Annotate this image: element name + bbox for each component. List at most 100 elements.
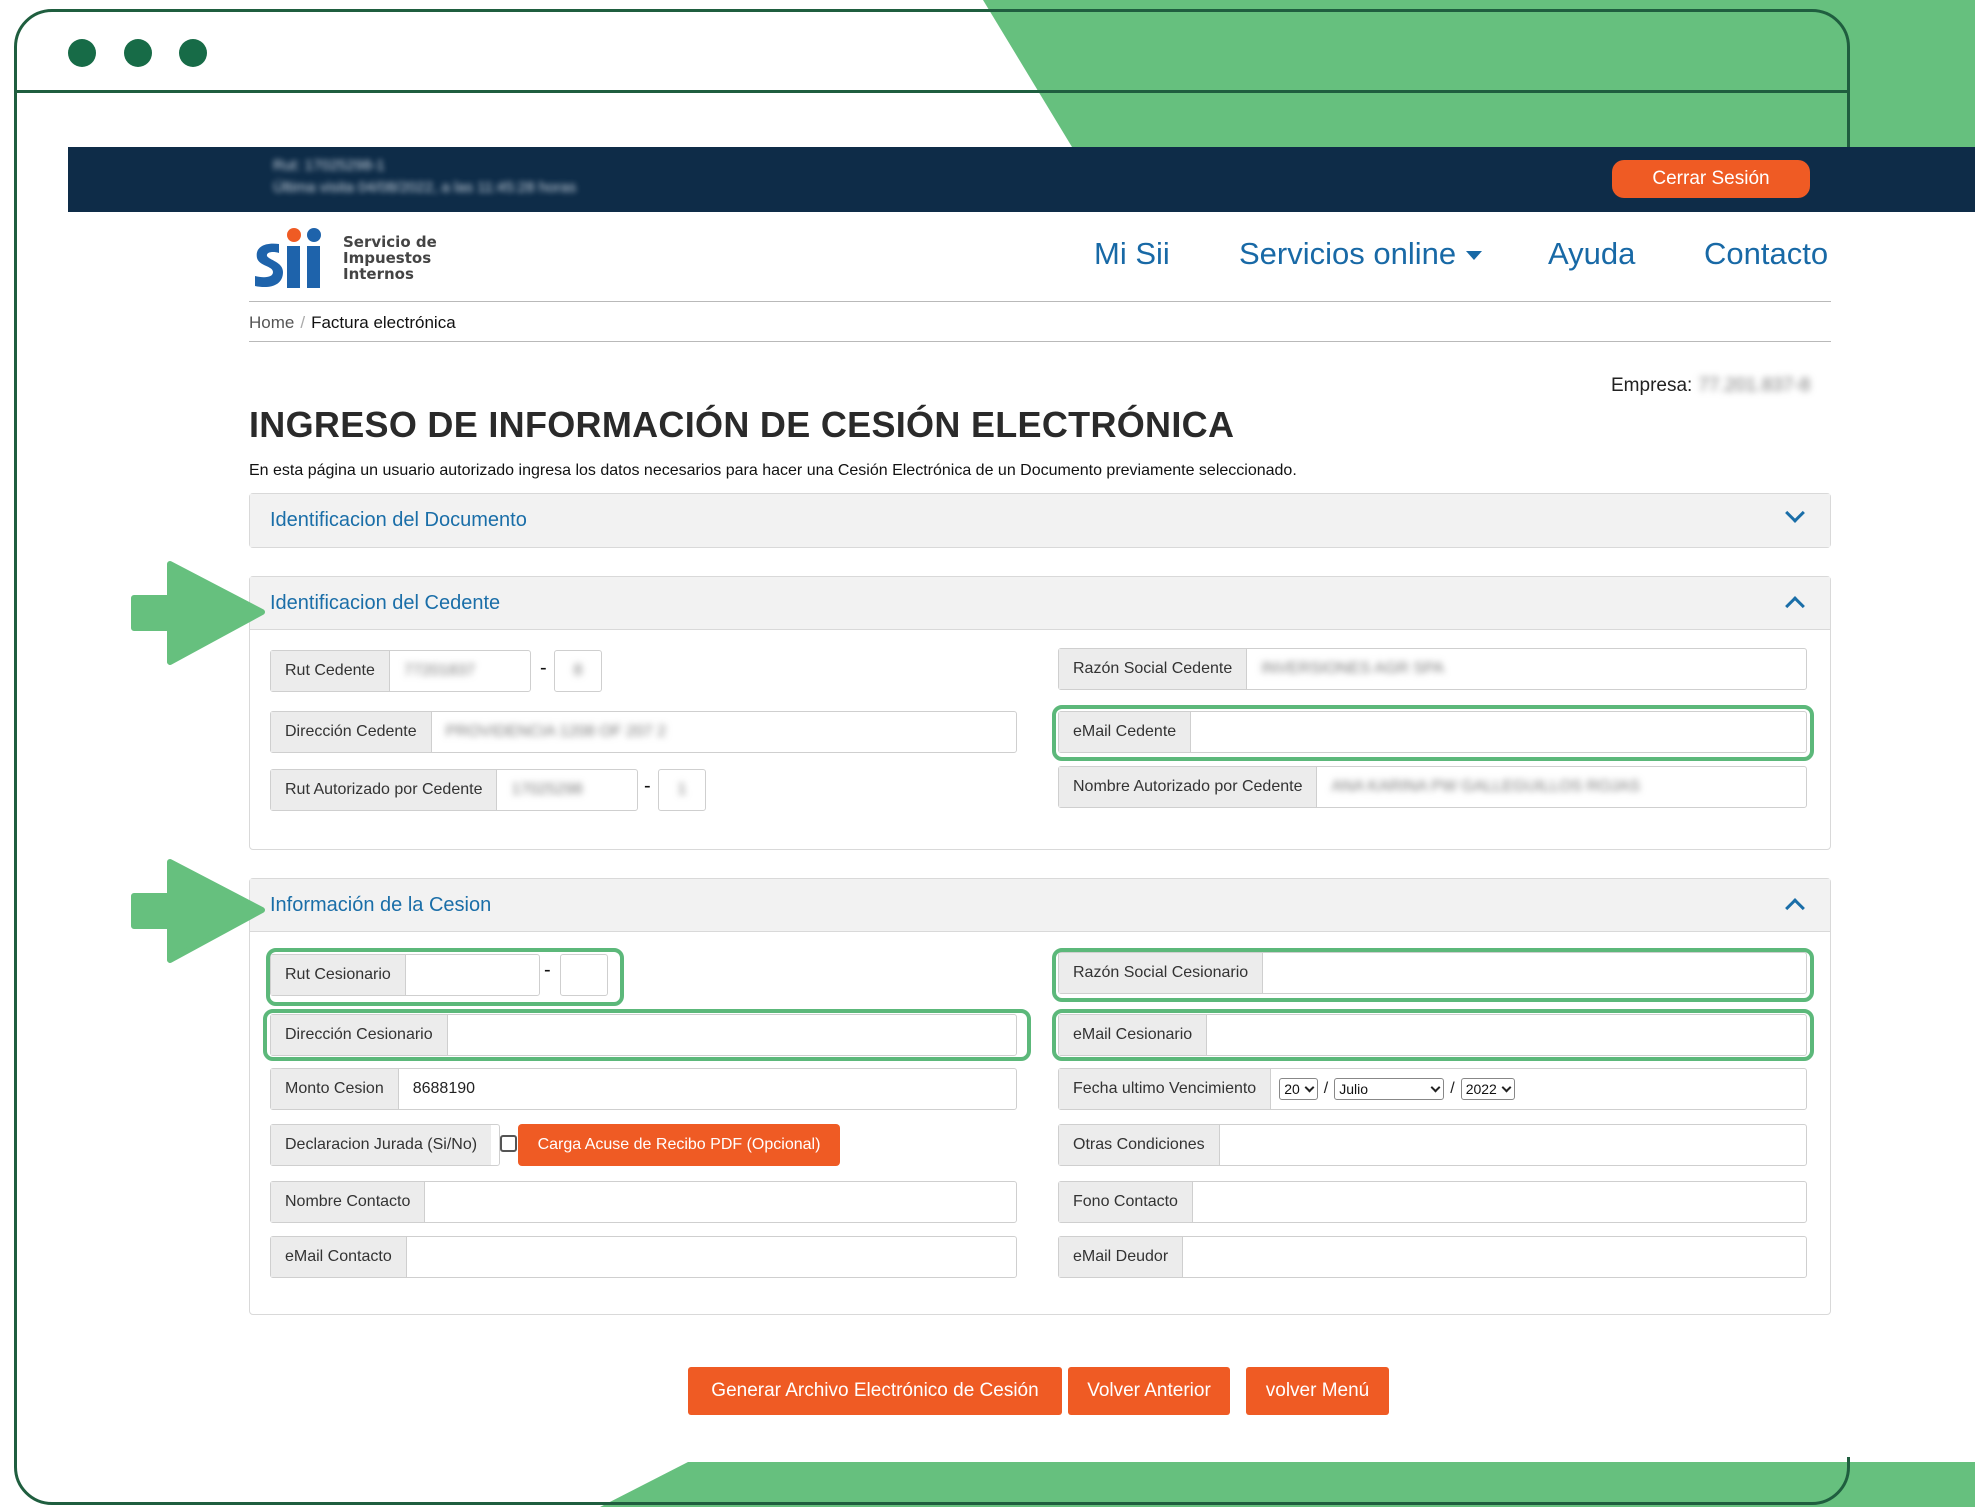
divider xyxy=(249,341,1831,342)
sii-page: Rut: 17025298-1 Última visita 04/08/2022… xyxy=(68,147,1975,1457)
fono-contacto-field: Fono Contacto xyxy=(1058,1181,1807,1223)
declaracion-jurada-field: Declaracion Jurada (Si/No) xyxy=(270,1124,500,1166)
email-deudor-field: eMail Deudor xyxy=(1058,1236,1807,1278)
year-select[interactable]: 2022 xyxy=(1460,1078,1515,1100)
select-value: 2022 xyxy=(1465,1081,1497,1097)
fono-contacto-input[interactable] xyxy=(1193,1182,1806,1222)
field-value: ANA KARINA PW GALLEGUILLOS ROJAS xyxy=(1331,778,1641,795)
empresa-label: Empresa: xyxy=(1611,375,1693,396)
chevron-down-icon xyxy=(1501,1082,1512,1092)
panel-title: Identificacion del Cedente xyxy=(270,592,501,614)
dash-separator: - xyxy=(540,657,547,679)
direccion-cesionario-field: Dirección Cesionario xyxy=(270,1014,1017,1056)
monto-cesion-input[interactable]: 8688190 xyxy=(399,1069,1016,1109)
divider xyxy=(249,301,1831,302)
sii-logo[interactable]: Servicio de Impuestos Internos xyxy=(249,226,437,290)
logout-button[interactable]: Cerrar Sesión xyxy=(1612,160,1810,198)
direccion-cesionario-input[interactable] xyxy=(448,1015,1016,1055)
nombre-contacto-input[interactable] xyxy=(425,1182,1016,1222)
field-label: Fecha ultimo Vencimiento xyxy=(1059,1069,1272,1109)
email-contacto-input[interactable] xyxy=(407,1237,1016,1277)
rut-cesionario-dv-input[interactable] xyxy=(560,954,608,996)
day-select[interactable]: 20 xyxy=(1279,1078,1318,1100)
logo-line: Servicio de xyxy=(343,233,437,251)
volver-menu-button[interactable]: volver Menú xyxy=(1246,1367,1389,1415)
panel-title: Información de la Cesion xyxy=(270,894,492,916)
field-label: Rut Autorizado por Cedente xyxy=(271,770,498,810)
fecha-vencimiento-selects: 20 / Julio / 2022 xyxy=(1271,1069,1806,1109)
arrow-right-icon xyxy=(131,561,265,665)
field-label: Dirección Cedente xyxy=(271,712,432,752)
rut-cedente-dv-input[interactable]: 8 xyxy=(554,650,602,692)
field-label: Nombre Contacto xyxy=(271,1182,426,1222)
sii-logo-mark-icon xyxy=(255,228,321,288)
otras-condiciones-field: Otras Condiciones xyxy=(1058,1124,1807,1166)
breadcrumb-separator: / xyxy=(300,313,306,332)
breadcrumb-home[interactable]: Home xyxy=(249,313,294,332)
email-cesionario-input[interactable] xyxy=(1207,1015,1806,1055)
chevron-up-icon[interactable] xyxy=(1785,596,1805,616)
upload-acuse-button[interactable]: Carga Acuse de Recibo PDF (Opcional) xyxy=(518,1124,840,1166)
logo-line: Impuestos xyxy=(343,249,432,267)
rut-cesionario-input[interactable] xyxy=(406,955,539,995)
declaracion-jurada-checkbox[interactable] xyxy=(500,1135,517,1152)
email-deudor-input[interactable] xyxy=(1183,1237,1806,1277)
chevron-down-icon xyxy=(1430,1082,1441,1092)
window-titlebar-divider xyxy=(14,90,1850,93)
rut-autorizado-dv-input[interactable]: 1 xyxy=(658,769,706,811)
field-label: Nombre Autorizado por Cedente xyxy=(1059,767,1318,807)
date-separator: / xyxy=(1323,1080,1329,1097)
logo-line: Internos xyxy=(343,265,414,283)
screenshot-stage: Rut: 17025298-1 Última visita 04/08/2022… xyxy=(0,0,1975,1507)
window-dot-icon xyxy=(68,39,96,67)
nav-mi-sii[interactable]: Mi Sii xyxy=(1094,236,1170,272)
nav-servicios-label: Servicios online xyxy=(1239,236,1457,271)
rut-cedente-field: Rut Cedente 77201837 xyxy=(270,650,531,692)
breadcrumb-current: Factura electrónica xyxy=(311,313,456,332)
field-value: INVERSIONES AGR SPA xyxy=(1261,660,1445,677)
otras-condiciones-input[interactable] xyxy=(1220,1125,1806,1165)
direccion-cedente-field: Dirección Cedente PROVIDENCIA 1208 OF 20… xyxy=(270,711,1017,753)
window-dot-icon xyxy=(124,39,152,67)
nombre-autorizado-input[interactable]: ANA KARINA PW GALLEGUILLOS ROJAS xyxy=(1317,767,1806,807)
nav-servicios-online[interactable]: Servicios online xyxy=(1239,236,1483,272)
dash-separator: - xyxy=(544,959,551,981)
field-label: Razón Social Cesionario xyxy=(1059,953,1264,993)
field-value: PROVIDENCIA 1208 OF 207 2 xyxy=(445,723,667,740)
top-session-bar: Rut: 17025298-1 Última visita 04/08/2022… xyxy=(68,147,1975,212)
chevron-down-icon[interactable] xyxy=(1785,503,1805,523)
chevron-up-icon[interactable] xyxy=(1785,898,1805,918)
window-dot-icon xyxy=(179,39,207,67)
panel-title: Identificacion del Documento xyxy=(270,509,527,531)
razon-social-cesionario-field: Razón Social Cesionario xyxy=(1058,952,1807,994)
email-cedente-field: eMail Cedente xyxy=(1058,711,1807,753)
empresa-value: 77.201.837-8 xyxy=(1698,375,1811,396)
field-label: Otras Condiciones xyxy=(1059,1125,1220,1165)
user-session-info: Rut: 17025298-1 Última visita 04/08/2022… xyxy=(273,155,576,199)
field-label: Dirección Cesionario xyxy=(271,1015,448,1055)
generar-archivo-button[interactable]: Generar Archivo Electrónico de Cesión xyxy=(688,1367,1062,1415)
last-visit: Última visita 04/08/2022, a las 11:45:28… xyxy=(273,179,577,196)
rut-cedente-input[interactable]: 77201837 xyxy=(390,651,530,691)
panel-header-cesion[interactable]: Información de la Cesion xyxy=(250,879,1830,932)
rut-autorizado-input[interactable]: 17025298 xyxy=(497,770,637,810)
dash-separator: - xyxy=(644,775,651,797)
nav-ayuda[interactable]: Ayuda xyxy=(1548,236,1635,272)
direccion-cedente-input[interactable]: PROVIDENCIA 1208 OF 207 2 xyxy=(432,712,1016,752)
fecha-vencimiento-field: Fecha ultimo Vencimiento 20 / Julio / 20… xyxy=(1058,1068,1807,1110)
page-title: INGRESO DE INFORMACIÓN DE CESIÓN ELECTRÓ… xyxy=(249,404,1235,445)
panel-header-cedente[interactable]: Identificacion del Cedente xyxy=(250,577,1830,630)
volver-anterior-button[interactable]: Volver Anterior xyxy=(1068,1367,1230,1415)
field-label: Declaracion Jurada (Si/No) xyxy=(271,1125,492,1165)
field-label: eMail Contacto xyxy=(271,1237,407,1277)
nav-contacto[interactable]: Contacto xyxy=(1704,236,1828,272)
razon-social-cedente-input[interactable]: INVERSIONES AGR SPA xyxy=(1247,649,1806,689)
empresa-info: Empresa: 77.201.837-8 xyxy=(1611,375,1810,397)
field-value: 77201837 xyxy=(403,662,476,679)
select-value: 20 xyxy=(1284,1081,1300,1097)
razon-social-cesionario-input[interactable] xyxy=(1263,953,1806,993)
panel-header-documento[interactable]: Identificacion del Documento xyxy=(250,494,1830,547)
field-value: 17025298 xyxy=(511,781,583,798)
email-cedente-input[interactable] xyxy=(1191,712,1806,752)
month-select[interactable]: Julio xyxy=(1334,1078,1445,1100)
